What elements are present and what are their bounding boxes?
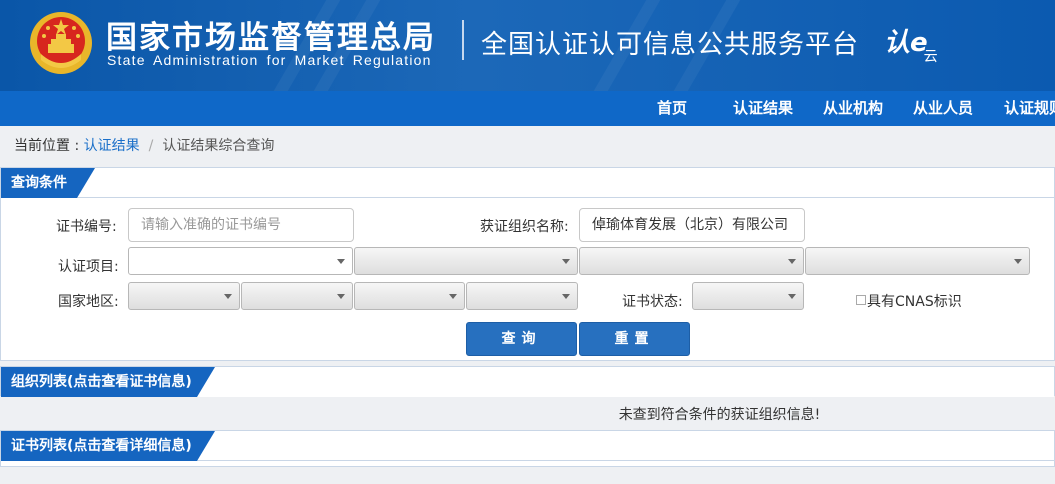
panel-tab-slant: [197, 367, 215, 397]
nav-item-home[interactable]: 首页: [657, 91, 687, 126]
query-panel: 查询条件 证书编号: 请输入准确的证书编号 获证组织名称: 倬瑜体育发展（北京）…: [0, 167, 1055, 361]
agency-title: 国家市场监督管理总局: [106, 20, 436, 56]
agency-english-title: State Administration for Market Regulati…: [107, 52, 432, 68]
panel-tab-slant: [77, 168, 95, 198]
logo-text-sub: 云: [923, 49, 938, 65]
cnas-label: 具有CNAS标识: [867, 294, 962, 310]
logo-text-main: 认e: [884, 28, 928, 58]
platform-title: 全国认证认可信息公共服务平台: [481, 30, 860, 60]
nav-item-cert-rules[interactable]: 认证规则: [1004, 91, 1055, 126]
region-select-3[interactable]: [354, 282, 465, 310]
search-button[interactable]: 查询: [466, 322, 577, 356]
breadcrumb-current: 认证结果综合查询: [162, 138, 275, 154]
chevron-down-icon: [788, 294, 796, 299]
cert-no-label: 证书编号:: [56, 219, 117, 235]
org-list-panel: 组织列表(点击查看证书信息): [0, 366, 1055, 397]
chevron-down-icon: [337, 294, 345, 299]
cert-list-title: 证书列表(点击查看详细信息): [11, 438, 192, 454]
chevron-down-icon: [788, 259, 796, 264]
query-panel-header: 查询条件: [1, 168, 1054, 198]
cnas-checkbox[interactable]: [856, 295, 866, 305]
renyun-logo: 认e云: [884, 22, 942, 65]
cert-list-panel: 证书列表(点击查看详细信息): [0, 430, 1055, 467]
breadcrumb: 当前位置 : 认证结果 / 认证结果综合查询: [14, 135, 274, 155]
main-nav: 首页 认证结果 从业机构 从业人员 认证规则: [0, 91, 1055, 126]
org-list-header: 组织列表(点击查看证书信息): [1, 367, 1054, 397]
cert-item-select-2[interactable]: [354, 247, 578, 275]
nav-item-institutions[interactable]: 从业机构: [823, 91, 883, 126]
region-select-2[interactable]: [241, 282, 353, 310]
chevron-down-icon: [224, 294, 232, 299]
breadcrumb-link[interactable]: 认证结果: [84, 138, 140, 154]
org-list-title: 组织列表(点击查看证书信息): [11, 374, 192, 390]
panel-tab-slant: [197, 431, 215, 461]
reset-button[interactable]: 重置: [579, 322, 690, 356]
org-name-label: 获证组织名称:: [480, 219, 569, 235]
chevron-down-icon: [562, 294, 570, 299]
chevron-down-icon: [1014, 259, 1022, 264]
region-select-1[interactable]: [128, 282, 240, 310]
breadcrumb-separator: /: [148, 138, 154, 154]
chevron-down-icon: [562, 259, 570, 264]
cert-item-label: 认证项目:: [58, 259, 119, 275]
nav-item-cert-results[interactable]: 认证结果: [733, 91, 793, 126]
cert-status-label: 证书状态:: [622, 294, 683, 310]
org-name-input[interactable]: 倬瑜体育发展（北京）有限公司: [579, 208, 805, 242]
breadcrumb-prefix: 当前位置 :: [14, 138, 84, 154]
site-header: 国家市场监督管理总局 State Administration for Mark…: [0, 0, 1055, 91]
cert-no-input[interactable]: 请输入准确的证书编号: [128, 208, 354, 242]
query-panel-title: 查询条件: [11, 175, 67, 191]
org-empty-message: 未查到符合条件的获证组织信息!: [618, 407, 821, 423]
chevron-down-icon: [449, 294, 457, 299]
chevron-down-icon: [337, 259, 345, 264]
national-emblem-icon: [30, 12, 92, 74]
cert-status-select[interactable]: [692, 282, 804, 310]
cert-item-select-3[interactable]: [579, 247, 804, 275]
cert-item-select-1[interactable]: [128, 247, 353, 275]
header-divider: [462, 20, 464, 60]
cert-list-header: 证书列表(点击查看详细信息): [1, 431, 1054, 461]
nav-item-practitioners[interactable]: 从业人员: [913, 91, 973, 126]
cert-item-select-4[interactable]: [805, 247, 1030, 275]
region-label: 国家地区:: [58, 294, 119, 310]
region-select-4[interactable]: [466, 282, 578, 310]
